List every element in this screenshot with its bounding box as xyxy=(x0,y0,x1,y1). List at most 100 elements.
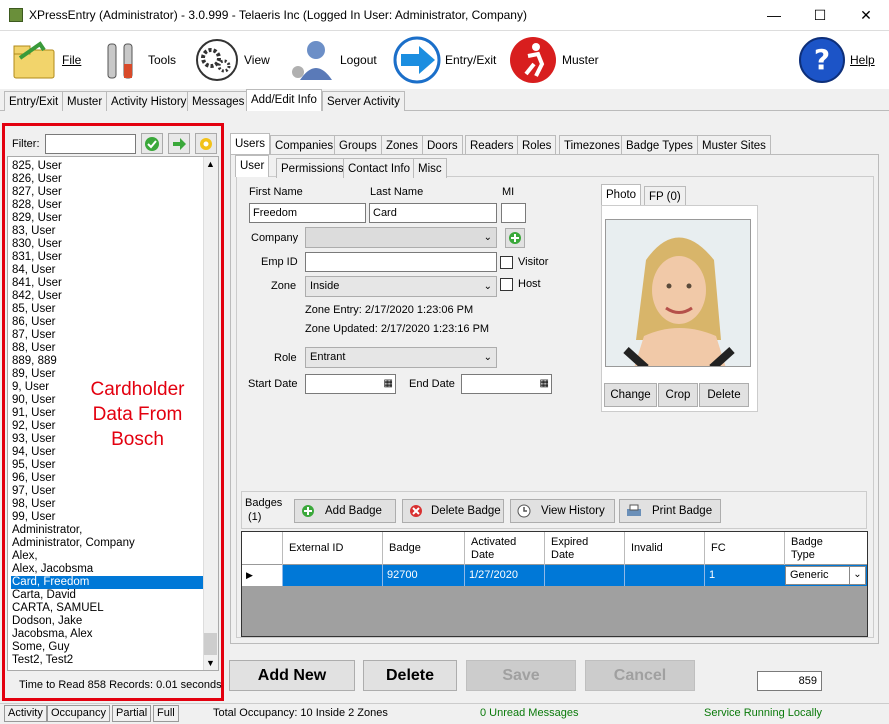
list-item[interactable]: 98, User xyxy=(11,498,204,511)
save-button[interactable]: Save xyxy=(466,660,576,691)
delete-badge-button[interactable]: Delete Badge xyxy=(402,499,504,523)
delete-photo-button[interactable]: Delete xyxy=(699,383,749,407)
tab-doors[interactable]: Doors xyxy=(422,135,463,155)
col-fc[interactable]: FC xyxy=(704,532,784,565)
list-item[interactable]: Some, Guy xyxy=(11,641,204,654)
logout-button[interactable]: Logout xyxy=(288,31,377,89)
tab-entry-exit[interactable]: Entry/Exit xyxy=(4,91,64,111)
col-badge[interactable]: Badge xyxy=(382,532,464,565)
first-name-field[interactable]: Freedom xyxy=(249,203,366,223)
list-item[interactable]: Alex, xyxy=(11,550,204,563)
cancel-button[interactable]: Cancel xyxy=(585,660,695,691)
tab-timezones[interactable]: Timezones xyxy=(559,135,625,155)
add-company-button[interactable] xyxy=(505,228,525,248)
list-item[interactable]: CARTA, SAMUEL xyxy=(11,602,204,615)
list-item[interactable]: 88, User xyxy=(11,342,204,355)
change-photo-button[interactable]: Change xyxy=(604,383,657,407)
list-item[interactable]: 95, User xyxy=(11,459,204,472)
minimize-button[interactable]: — xyxy=(751,0,797,31)
tools-button[interactable]: Tools xyxy=(100,31,176,89)
list-item[interactable]: Carta, David xyxy=(11,589,204,602)
scroll-down-icon[interactable]: ▼ xyxy=(206,658,215,668)
calendar-icon[interactable]: ▦ xyxy=(384,375,393,393)
list-item[interactable]: 830, User xyxy=(11,238,204,251)
list-item[interactable]: 87, User xyxy=(11,329,204,342)
list-item[interactable]: Jacobsma, Alex xyxy=(11,628,204,641)
list-item[interactable]: 99, User xyxy=(11,511,204,524)
role-select[interactable]: Entrant ⌄ xyxy=(305,347,497,368)
filter-apply-button[interactable] xyxy=(141,133,163,154)
col-badge-type[interactable]: Badge Type xyxy=(784,532,834,565)
list-item[interactable]: 825, User xyxy=(11,160,204,173)
tab-badge-types[interactable]: Badge Types xyxy=(621,135,698,155)
list-item[interactable]: 97, User xyxy=(11,485,204,498)
tab-activity-history[interactable]: Activity History xyxy=(106,91,192,111)
zone-select[interactable]: Inside ⌄ xyxy=(305,276,497,297)
status-tab-activity[interactable]: Activity xyxy=(4,705,47,722)
muster-button[interactable]: Muster xyxy=(508,31,599,89)
list-item[interactable]: Administrator, xyxy=(11,524,204,537)
add-new-button[interactable]: Add New xyxy=(229,660,355,691)
print-badge-button[interactable]: Print Badge xyxy=(619,499,721,523)
list-item[interactable]: Administrator, Company xyxy=(11,537,204,550)
company-select[interactable]: ⌄ xyxy=(305,227,497,248)
tab-add-edit-info[interactable]: Add/Edit Info xyxy=(246,89,322,111)
badge-row[interactable]: ▶ 92700 1/27/2020 1 Generic ⌄ xyxy=(242,565,867,586)
tab-user[interactable]: User xyxy=(235,155,270,177)
host-checkbox[interactable] xyxy=(500,278,513,291)
add-badge-button[interactable]: Add Badge xyxy=(294,499,396,523)
tab-server-activity[interactable]: Server Activity xyxy=(322,91,405,111)
help-button[interactable]: ? Help xyxy=(798,31,875,89)
list-item[interactable]: 842, User xyxy=(11,290,204,303)
scrollbar-thumb[interactable] xyxy=(204,633,217,655)
maximize-button[interactable]: ☐ xyxy=(797,0,843,31)
tab-muster[interactable]: Muster xyxy=(62,91,108,111)
cell-external-id[interactable] xyxy=(282,565,382,586)
tab-zones[interactable]: Zones xyxy=(381,135,423,155)
list-item[interactable]: 828, User xyxy=(11,199,204,212)
list-item[interactable]: 86, User xyxy=(11,316,204,329)
filter-clear-button[interactable] xyxy=(195,133,217,154)
list-item[interactable]: Test2, Test2 xyxy=(11,654,204,667)
tab-muster-sites[interactable]: Muster Sites xyxy=(697,135,771,155)
view-button[interactable]: View xyxy=(194,31,270,89)
entry-exit-button[interactable]: Entry/Exit xyxy=(393,31,496,89)
tab-groups[interactable]: Groups xyxy=(334,135,382,155)
cell-fc[interactable]: 1 xyxy=(704,565,784,586)
list-item[interactable]: 841, User xyxy=(11,277,204,290)
list-item[interactable]: Alex, Jacobsma xyxy=(11,563,204,576)
visitor-checkbox[interactable] xyxy=(500,256,513,269)
tab-companies[interactable]: Companies xyxy=(270,135,339,155)
filter-next-button[interactable] xyxy=(168,133,190,154)
start-date-field[interactable]: ▦ xyxy=(305,374,396,394)
emp-id-field[interactable] xyxy=(305,252,497,272)
tab-permissions[interactable]: Permissions xyxy=(276,158,349,178)
list-item[interactable]: 96, User xyxy=(11,472,204,485)
tab-photo[interactable]: Photo xyxy=(601,184,642,206)
tab-readers[interactable]: Readers xyxy=(465,135,519,155)
tab-contact-info[interactable]: Contact Info xyxy=(343,158,416,178)
list-item[interactable]: 85, User xyxy=(11,303,204,316)
filter-input[interactable] xyxy=(45,134,136,154)
status-tab-occupancy[interactable]: Occupancy xyxy=(47,705,111,722)
list-item[interactable]: Dodson, Jake xyxy=(11,615,204,628)
tab-roles[interactable]: Roles xyxy=(517,135,557,155)
cell-badge[interactable]: 92700 xyxy=(382,565,464,586)
view-history-button[interactable]: View History xyxy=(510,499,615,523)
crop-photo-button[interactable]: Crop xyxy=(658,383,698,407)
col-activated-date[interactable]: Activated Date xyxy=(464,532,524,565)
col-expired-date[interactable]: Expired Date xyxy=(544,532,604,565)
mi-field[interactable] xyxy=(501,203,526,223)
tab-misc[interactable]: Misc xyxy=(413,158,447,178)
row-selector-icon[interactable]: ▶ xyxy=(242,565,282,586)
scroll-up-icon[interactable]: ▲ xyxy=(206,159,215,169)
cell-invalid[interactable] xyxy=(624,565,704,586)
last-name-field[interactable]: Card xyxy=(369,203,497,223)
status-tab-full[interactable]: Full xyxy=(153,705,179,722)
tab-users[interactable]: Users xyxy=(230,133,271,155)
list-item[interactable]: 829, User xyxy=(11,212,204,225)
delete-button[interactable]: Delete xyxy=(363,660,457,691)
messages-status[interactable]: 0 Unread Messages xyxy=(480,707,578,719)
col-external-id[interactable]: External ID xyxy=(282,532,382,565)
list-item[interactable]: 889, 889 xyxy=(11,355,204,368)
